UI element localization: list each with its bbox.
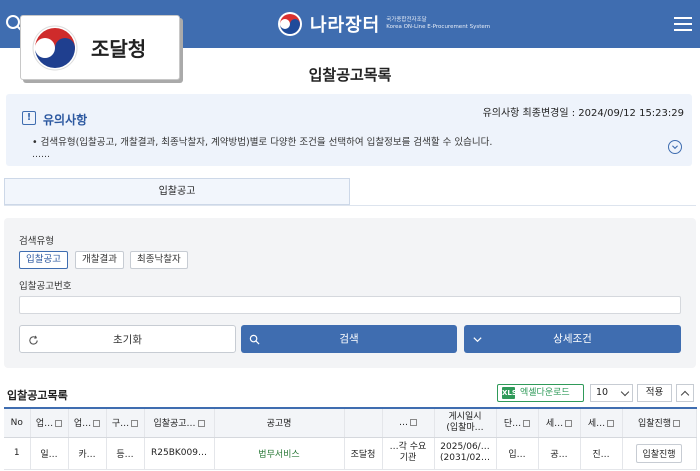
col-header[interactable]: 세… <box>538 407 581 438</box>
bid-progress-button[interactable]: 입찰진행 <box>636 443 682 463</box>
cell: 진… <box>580 437 623 470</box>
col-header[interactable]: 업… <box>30 407 69 438</box>
filter-icon <box>410 418 417 426</box>
cell-no: 1 <box>4 437 31 470</box>
reset-button[interactable]: 초기화 <box>19 325 236 353</box>
bid-table: No 업… 업… 구… 입찰공고… 공고명 … 게시일시 (입찰마… 단… 세…… <box>4 407 697 470</box>
table-row[interactable]: 1 일… 카… 등… R25BK009… 법무서비스 조달청 …각 수요 기관 … <box>4 437 697 470</box>
filter-icon <box>523 420 531 428</box>
cell: 카… <box>68 437 107 470</box>
table-header-row: No 업… 업… 구… 입찰공고… 공고명 … 게시일시 (입찰마… 단… 세…… <box>4 407 697 438</box>
chevron-down-icon <box>473 337 482 343</box>
list-title: 입찰공고목록 <box>7 389 68 402</box>
search-label: 검색 <box>339 333 359 345</box>
brand-logo[interactable]: 나라장터 국가종합전자조달 Korea ON-Line E-Procuremen… <box>276 9 490 39</box>
agency-label: 조달청 <box>91 37 147 61</box>
page-size-value: 10 <box>596 387 609 398</box>
col-header[interactable]: 구… <box>106 407 145 438</box>
tab-divider <box>4 205 696 206</box>
filter-icon <box>565 420 573 428</box>
filter-icon <box>131 420 139 428</box>
filter-icon <box>197 420 205 428</box>
col-header[interactable]: 업… <box>68 407 107 438</box>
detail-label: 상세조건 <box>553 333 592 345</box>
notice-updated: 유의사항 최종변경일 : 2024/09/12 15:23:29 <box>482 108 684 119</box>
bid-number-label: 입찰공고번호 <box>19 281 72 292</box>
col-header[interactable] <box>344 407 383 438</box>
search-button[interactable]: 검색 <box>241 325 457 353</box>
cell: 입… <box>496 437 539 470</box>
cell-demand-agency: …각 수요 기관 <box>382 437 435 470</box>
bid-number-input[interactable] <box>19 296 681 314</box>
filter-icon <box>93 420 101 428</box>
notice-more: …… <box>32 150 50 160</box>
search-type-label: 검색유형 <box>19 236 54 247</box>
brand-name: 나라장터 <box>310 15 381 36</box>
excel-label: 엑셀다운로드 <box>520 388 570 398</box>
collapse-button[interactable] <box>676 384 694 402</box>
tab-bid-notice[interactable]: 입찰공고 <box>4 178 350 205</box>
col-header[interactable]: 입찰진행 <box>622 407 697 438</box>
excel-download-button[interactable]: XLS 엑셀다운로드 <box>497 384 584 402</box>
notice-panel: ! 유의사항 유의사항 최종변경일 : 2024/09/12 15:23:29 … <box>6 94 692 166</box>
col-header[interactable]: 공고명 <box>214 407 345 438</box>
chevron-down-icon <box>620 387 630 397</box>
chip-final-winner[interactable]: 최종낙찰자 <box>130 251 188 269</box>
cell-bid-number: R25BK009… <box>144 437 215 470</box>
col-header[interactable]: 단… <box>496 407 539 438</box>
chip-bid-notice[interactable]: 입찰공고 <box>19 251 68 269</box>
reset-label: 초기화 <box>113 334 142 346</box>
exclamation-icon: ! <box>22 111 36 125</box>
col-header[interactable]: No <box>4 407 31 438</box>
cell-post-date: 2025/06/… (2031/02… <box>434 437 497 470</box>
refresh-icon <box>29 335 38 345</box>
brand-sub: 국가종합전자조달 <box>386 17 427 23</box>
excel-icon: XLS <box>502 387 517 399</box>
apply-button[interactable]: 적용 <box>637 384 672 402</box>
detail-conditions-button[interactable]: 상세조건 <box>464 325 681 353</box>
chip-opening-result[interactable]: 개찰결과 <box>75 251 124 269</box>
filter-icon <box>607 420 615 428</box>
cell-action: 입찰진행 <box>622 437 697 470</box>
cell: 등… <box>106 437 145 470</box>
page-size-select[interactable]: 10 <box>590 384 633 402</box>
chevron-down-icon[interactable] <box>668 140 682 154</box>
brand-sub-en: Korea ON-Line E-Procurement System <box>386 24 491 30</box>
taegeuk-icon <box>278 12 302 36</box>
cell: 공… <box>538 437 581 470</box>
filter-icon <box>673 420 681 428</box>
notice-title: 유의사항 <box>43 113 88 127</box>
chevron-up-icon <box>680 390 690 400</box>
cell: 일… <box>30 437 69 470</box>
col-header[interactable]: 입찰공고… <box>144 407 215 438</box>
col-header[interactable]: … <box>382 407 435 438</box>
cell-agency: 조달청 <box>344 437 383 470</box>
col-header[interactable]: 게시일시 (입찰마… <box>434 407 497 438</box>
notice-body: • 검색유형(입찰공고, 개찰결과, 최종낙찰자, 계약방법)별로 다양한 조건… <box>32 137 493 148</box>
page-title: 입찰공고목록 <box>308 66 392 84</box>
filter-icon <box>55 420 63 428</box>
search-icon <box>249 334 260 345</box>
col-header[interactable]: 세… <box>580 407 623 438</box>
cell-notice-name-link[interactable]: 법무서비스 <box>214 437 345 470</box>
menu-icon[interactable] <box>674 16 692 32</box>
